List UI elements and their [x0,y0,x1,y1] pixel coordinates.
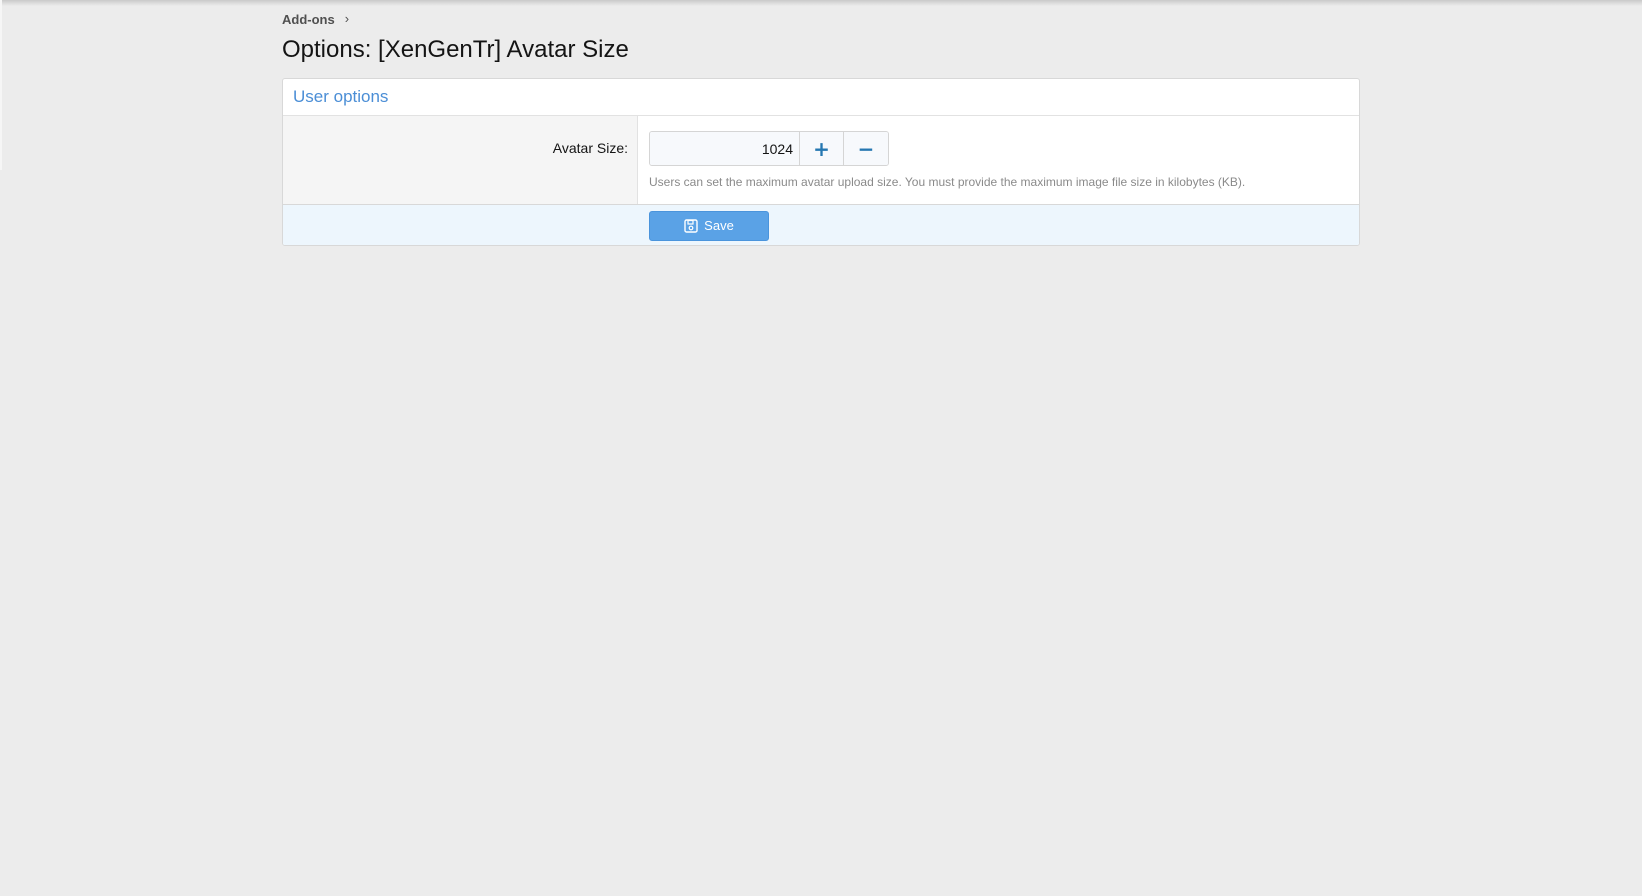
left-edge [0,0,2,170]
page-title: Options: [XenGenTr] Avatar Size [282,36,629,63]
save-button-label: Save [704,218,734,233]
top-shadow [0,0,1642,6]
increment-button[interactable]: + [800,132,844,165]
avatar-size-hint: Users can set the maximum avatar upload … [649,175,1246,189]
form-row-avatar-size: Avatar Size: + − Users can set the maxim… [283,116,1359,205]
block-header: User options [283,79,1359,116]
submit-row: Save [283,205,1359,245]
breadcrumb-link-add-ons[interactable]: Add-ons [282,12,335,27]
avatar-size-spinbox: + − [649,131,889,166]
avatar-size-input[interactable] [650,132,800,165]
avatar-size-input-col: + − Users can set the maximum avatar upl… [638,116,1359,204]
chevron-right-icon: › [344,11,350,26]
breadcrumb: Add-ons › [282,11,350,27]
decrement-button[interactable]: − [844,132,888,165]
avatar-size-label: Avatar Size: [283,116,638,204]
save-button[interactable]: Save [649,210,769,241]
options-block: User options Avatar Size: + − Users can … [282,78,1360,246]
save-icon [684,218,698,233]
